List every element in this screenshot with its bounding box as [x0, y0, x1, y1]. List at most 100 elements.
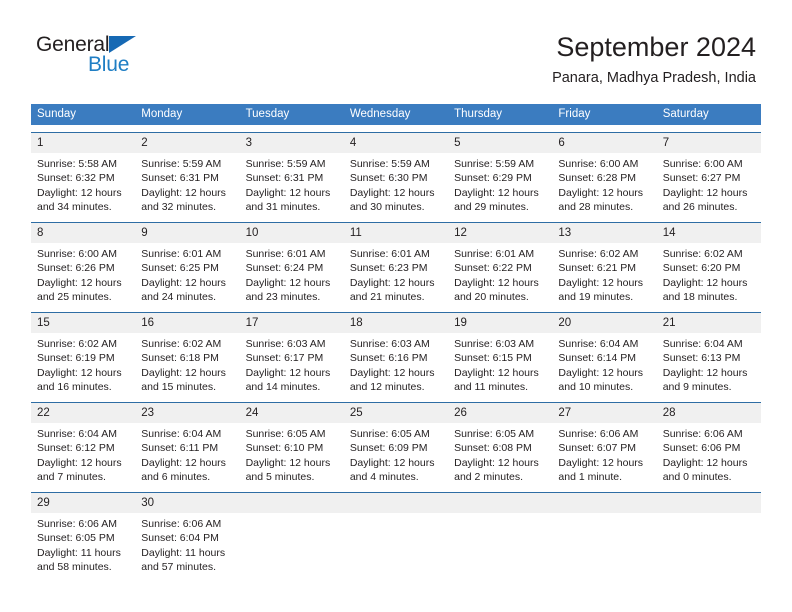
day-number[interactable]: 16 [135, 313, 239, 333]
daylight-text-line1: Daylight: 12 hours [454, 186, 539, 199]
daylight-text-line2: and 2 minutes. [454, 470, 524, 483]
sunrise-text: Sunrise: 6:01 AM [349, 248, 430, 260]
sunset-text: Sunset: 6:22 PM [454, 262, 532, 275]
day-number[interactable]: 23 [135, 403, 239, 423]
daylight-text-line1: Daylight: 12 hours [662, 186, 748, 199]
sunrise-text: Sunrise: 5:58 AM [37, 158, 117, 170]
day-number[interactable]: 27 [552, 403, 656, 423]
day-number[interactable]: 11 [344, 223, 448, 243]
sunrise-text: Sunrise: 5:59 AM [245, 158, 326, 170]
day-number[interactable]: 17 [240, 313, 344, 333]
day-cell[interactable]: Sunrise: 6:04 AM Sunset: 6:12 PM Dayligh… [31, 423, 135, 485]
day-cell[interactable]: Sunrise: 6:00 AM Sunset: 6:28 PM Dayligh… [552, 153, 656, 215]
daylight-text-line2: and 29 minutes. [454, 200, 529, 213]
daylight-text-line1: Daylight: 12 hours [245, 456, 331, 469]
daylight-text-line1: Daylight: 12 hours [558, 186, 644, 199]
daylight-text-line2: and 19 minutes. [558, 290, 634, 303]
sunrise-text: Sunrise: 6:03 AM [349, 338, 430, 350]
day-cell[interactable]: Sunrise: 6:02 AM Sunset: 6:18 PM Dayligh… [135, 333, 239, 395]
day-number[interactable]: 4 [344, 133, 448, 153]
day-cell[interactable]: Sunrise: 6:01 AM Sunset: 6:25 PM Dayligh… [135, 243, 239, 305]
day-number[interactable]: 18 [344, 313, 448, 333]
day-cell[interactable]: Sunrise: 6:05 AM Sunset: 6:09 PM Dayligh… [344, 423, 448, 485]
day-number[interactable]: 8 [31, 223, 135, 243]
daylight-text-line1: Daylight: 12 hours [558, 456, 644, 469]
day-cell[interactable]: Sunrise: 6:06 AM Sunset: 6:04 PM Dayligh… [135, 513, 239, 575]
day-number[interactable]: 15 [31, 313, 135, 333]
daylight-text-line2: and 21 minutes. [349, 290, 425, 303]
day-cell[interactable]: Sunrise: 5:59 AM Sunset: 6:29 PM Dayligh… [448, 153, 552, 215]
day-number[interactable]: 25 [344, 403, 448, 423]
weekday-header-monday: Monday [141, 108, 183, 120]
sunset-text: Sunset: 6:05 PM [37, 532, 115, 545]
day-cell[interactable]: Sunrise: 6:02 AM Sunset: 6:20 PM Dayligh… [657, 243, 761, 305]
day-number[interactable]: 9 [135, 223, 239, 243]
day-cell[interactable]: Sunrise: 5:59 AM Sunset: 6:30 PM Dayligh… [344, 153, 448, 215]
generalblue-logo[interactable]: General Blue [36, 33, 196, 81]
day-cell[interactable]: Sunrise: 6:05 AM Sunset: 6:08 PM Dayligh… [448, 423, 552, 485]
day-cell[interactable]: Sunrise: 5:58 AM Sunset: 6:32 PM Dayligh… [31, 153, 135, 215]
day-number[interactable]: 21 [657, 313, 761, 333]
day-cell[interactable]: Sunrise: 6:05 AM Sunset: 6:10 PM Dayligh… [240, 423, 344, 485]
day-number[interactable]: 22 [31, 403, 135, 423]
day-number-empty [448, 493, 552, 513]
week-row: 15 16 17 18 19 20 21 Sunrise: 6:02 AM Su… [31, 312, 761, 395]
day-cell[interactable]: Sunrise: 6:02 AM Sunset: 6:21 PM Dayligh… [552, 243, 656, 305]
weekday-header-sunday: Sunday [37, 108, 77, 120]
day-cell[interactable]: Sunrise: 6:01 AM Sunset: 6:22 PM Dayligh… [448, 243, 552, 305]
day-cell[interactable]: Sunrise: 6:02 AM Sunset: 6:19 PM Dayligh… [31, 333, 135, 395]
sunset-text: Sunset: 6:10 PM [245, 442, 324, 455]
daylight-text-line1: Daylight: 12 hours [141, 456, 226, 469]
day-number[interactable]: 6 [552, 133, 656, 153]
day-number[interactable]: 12 [448, 223, 552, 243]
day-cell[interactable]: Sunrise: 6:00 AM Sunset: 6:26 PM Dayligh… [31, 243, 135, 305]
day-cell[interactable]: Sunrise: 6:04 AM Sunset: 6:14 PM Dayligh… [552, 333, 656, 395]
day-number[interactable]: 13 [552, 223, 656, 243]
day-number[interactable]: 7 [657, 133, 761, 153]
daylight-text-line1: Daylight: 12 hours [558, 276, 644, 289]
day-cell[interactable]: Sunrise: 6:04 AM Sunset: 6:13 PM Dayligh… [657, 333, 761, 395]
week-row: 29 30 Sunrise: 6:06 AM Sunset: 6:05 PM D… [31, 492, 761, 575]
week-daynumber-band: 22 23 24 25 26 27 28 [31, 403, 761, 423]
day-number[interactable]: 28 [657, 403, 761, 423]
day-number-empty [240, 493, 344, 513]
day-number[interactable]: 19 [448, 313, 552, 333]
day-cell[interactable]: Sunrise: 5:59 AM Sunset: 6:31 PM Dayligh… [135, 153, 239, 215]
day-number[interactable]: 1 [31, 133, 135, 153]
day-cell[interactable]: Sunrise: 6:06 AM Sunset: 6:05 PM Dayligh… [31, 513, 135, 575]
daylight-text-line2: and 18 minutes. [662, 290, 738, 303]
day-cell[interactable]: Sunrise: 6:01 AM Sunset: 6:24 PM Dayligh… [240, 243, 344, 305]
week-detail-row: Sunrise: 6:02 AM Sunset: 6:19 PM Dayligh… [31, 333, 761, 395]
sunset-text: Sunset: 6:14 PM [558, 352, 637, 365]
day-cell[interactable]: Sunrise: 5:59 AM Sunset: 6:31 PM Dayligh… [240, 153, 344, 215]
daylight-text-line2: and 6 minutes. [141, 470, 211, 483]
page-subtitle: Panara, Madhya Pradesh, India [552, 70, 756, 86]
day-number[interactable]: 5 [448, 133, 552, 153]
daylight-text-line2: and 4 minutes. [349, 470, 419, 483]
day-cell[interactable]: Sunrise: 6:01 AM Sunset: 6:23 PM Dayligh… [344, 243, 448, 305]
day-number[interactable]: 24 [240, 403, 344, 423]
sunset-text: Sunset: 6:11 PM [141, 442, 219, 455]
day-number[interactable]: 14 [657, 223, 761, 243]
day-number[interactable]: 2 [135, 133, 239, 153]
day-number[interactable]: 3 [240, 133, 344, 153]
day-cell[interactable]: Sunrise: 6:03 AM Sunset: 6:16 PM Dayligh… [344, 333, 448, 395]
day-number[interactable]: 29 [31, 493, 135, 513]
sunset-text: Sunset: 6:13 PM [662, 352, 741, 365]
day-cell[interactable]: Sunrise: 6:00 AM Sunset: 6:27 PM Dayligh… [657, 153, 761, 215]
day-cell[interactable]: Sunrise: 6:06 AM Sunset: 6:07 PM Dayligh… [552, 423, 656, 485]
sunset-text: Sunset: 6:21 PM [558, 262, 637, 275]
day-cell-empty [448, 513, 552, 575]
day-cell[interactable]: Sunrise: 6:06 AM Sunset: 6:06 PM Dayligh… [657, 423, 761, 485]
daylight-text-line1: Daylight: 12 hours [37, 186, 122, 199]
day-number[interactable]: 10 [240, 223, 344, 243]
day-cell[interactable]: Sunrise: 6:03 AM Sunset: 6:15 PM Dayligh… [448, 333, 552, 395]
day-number[interactable]: 20 [552, 313, 656, 333]
day-number[interactable]: 26 [448, 403, 552, 423]
sunset-text: Sunset: 6:32 PM [37, 172, 115, 185]
day-cell[interactable]: Sunrise: 6:04 AM Sunset: 6:11 PM Dayligh… [135, 423, 239, 485]
day-number[interactable]: 30 [135, 493, 239, 513]
daylight-text-line2: and 7 minutes. [37, 470, 106, 483]
day-cell[interactable]: Sunrise: 6:03 AM Sunset: 6:17 PM Dayligh… [240, 333, 344, 395]
sunset-text: Sunset: 6:04 PM [141, 532, 219, 545]
